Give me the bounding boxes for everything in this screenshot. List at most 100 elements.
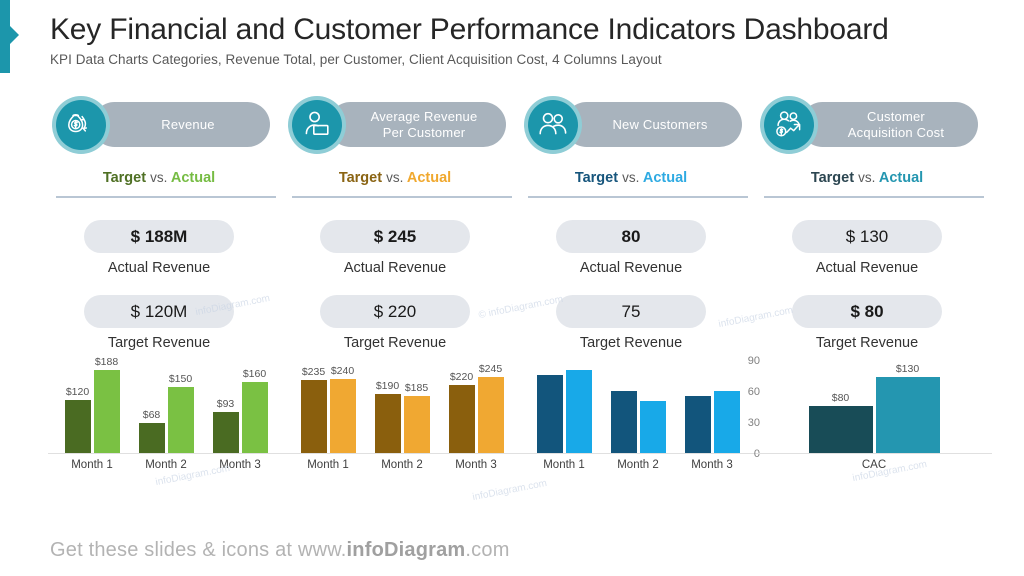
bar-value-label: $68 bbox=[142, 409, 161, 421]
kpi-title-label: New Customers bbox=[612, 116, 708, 132]
vs-word: vs. bbox=[386, 170, 404, 185]
target-value-capsule: $ 80 bbox=[792, 295, 942, 328]
bar-group: $68 $150 bbox=[138, 373, 194, 453]
kpi-metrics: 80 Actual Revenue 75 Target Revenue bbox=[520, 220, 756, 351]
page-title: Key Financial and Customer Performance I… bbox=[50, 13, 889, 46]
actual-value-caption: Actual Revenue bbox=[107, 260, 211, 276]
target-value: 75 bbox=[621, 301, 641, 321]
bar-value-label: $240 bbox=[330, 365, 355, 377]
target-vs-actual-label: Target vs. Actual bbox=[48, 170, 284, 186]
bar-value-label: $245 bbox=[478, 363, 503, 375]
target-word: Target bbox=[102, 170, 147, 186]
chart-x-axis: Month 1 Month 2 Month 3 bbox=[48, 459, 284, 471]
kpi-icon-ring bbox=[52, 96, 110, 154]
kpi-metrics: $ 245 Actual Revenue $ 220 Target Revenu… bbox=[284, 220, 520, 351]
footer-suffix: .com bbox=[465, 539, 510, 561]
bar-value-label: $185 bbox=[404, 382, 429, 394]
kpi-icon-ring bbox=[288, 96, 346, 154]
chart-new-customers-chart: 90 60 30 0 Month 1 Month 2 Month 3 bbox=[520, 355, 760, 476]
target-value: $ 120M bbox=[130, 301, 188, 321]
bar-value-label: $188 bbox=[94, 356, 119, 368]
bar-value-label: $80 bbox=[831, 392, 850, 404]
x-axis-label: CAC bbox=[861, 459, 887, 471]
chart-bar-groups bbox=[536, 370, 740, 453]
chart-bar-groups: $235 $240 $190 $185 $220 $245 bbox=[300, 363, 504, 453]
slide-header: Key Financial and Customer Performance I… bbox=[50, 12, 990, 67]
kpi-title-pill: Revenue bbox=[92, 102, 270, 147]
chart-plot-area: $80 $130 bbox=[756, 361, 992, 454]
kpi-title-label: Average Revenue Per Customer bbox=[370, 109, 478, 140]
target-value-caption: Target Revenue bbox=[107, 335, 211, 351]
chart-bar-groups: $120 $188 $68 $150 $93 $160 bbox=[64, 356, 268, 453]
x-axis-label: Month 2 bbox=[381, 459, 423, 471]
bar-value-label: $190 bbox=[375, 380, 400, 392]
kpi-title-label: Revenue bbox=[161, 116, 215, 132]
bar-actual: $150 bbox=[167, 373, 194, 453]
bar-group: $93 $160 bbox=[212, 368, 268, 453]
actual-value-capsule: 80 bbox=[556, 220, 706, 253]
target-value-capsule: $ 220 bbox=[320, 295, 470, 328]
target-value: $ 80 bbox=[850, 301, 884, 321]
bar-target bbox=[536, 375, 563, 453]
target-vs-actual-label: Target vs. Actual bbox=[756, 170, 992, 186]
kpi-header-revenue: Revenue bbox=[52, 96, 284, 154]
chart-plot-area: 90 60 30 0 bbox=[520, 355, 760, 460]
actual-value-capsule: $ 188M bbox=[84, 220, 234, 253]
x-axis-label: Month 1 bbox=[71, 459, 113, 471]
chart-x-axis: CAC bbox=[756, 459, 992, 471]
bar-target: $120 bbox=[64, 386, 91, 453]
vs-word: vs. bbox=[858, 170, 876, 185]
column-divider bbox=[764, 196, 984, 198]
bar-value-label: $160 bbox=[242, 368, 267, 380]
x-axis-label: Month 3 bbox=[219, 459, 261, 471]
bar-actual: $130 bbox=[875, 363, 940, 453]
actual-value-caption: Actual Revenue bbox=[579, 260, 683, 276]
column-divider bbox=[292, 196, 512, 198]
bar-target: $80 bbox=[808, 392, 873, 453]
column-divider bbox=[56, 196, 276, 198]
target-value-caption: Target Revenue bbox=[343, 335, 447, 351]
bar-target: $220 bbox=[448, 371, 475, 453]
bar-actual: $188 bbox=[93, 356, 120, 453]
kpi-column-revenue: Revenue Target vs. Actual $ 188M Actual R… bbox=[48, 96, 284, 526]
actual-value-capsule: $ 130 bbox=[792, 220, 942, 253]
actual-value: 80 bbox=[621, 226, 641, 246]
target-value-caption: Target Revenue bbox=[579, 335, 683, 351]
kpi-metrics: $ 188M Actual Revenue $ 120M Target Reve… bbox=[48, 220, 284, 351]
bar-target bbox=[684, 396, 711, 453]
kpi-column-new-customers: New Customers Target vs. Actual 80 Actual… bbox=[520, 96, 760, 526]
actual-value: $ 245 bbox=[373, 226, 417, 246]
footer-brand: infoDiagram bbox=[346, 539, 466, 561]
money-bag-cycle-icon bbox=[56, 100, 106, 150]
chart-plot-area: $235 $240 $190 $185 $220 $245 bbox=[284, 361, 520, 454]
footer-prefix: Get these slides & icons at www. bbox=[50, 539, 347, 561]
bar-group: $120 $188 bbox=[64, 356, 120, 453]
chart-cac-chart: $80 $130 CAC bbox=[756, 361, 992, 476]
target-vs-actual-label: Target vs. Actual bbox=[520, 170, 756, 186]
bar-value-label: $235 bbox=[301, 366, 326, 378]
actual-word: Actual bbox=[170, 170, 216, 186]
actual-word: Actual bbox=[878, 170, 924, 186]
chart-revenue-chart: $120 $188 $68 $150 $93 $160 Month 1 Month 2 Mont… bbox=[48, 356, 284, 476]
kpi-header-customer-acquisition-cost: Customer Acquisition Cost bbox=[760, 96, 992, 154]
bar-actual: $185 bbox=[403, 382, 430, 453]
actual-value-capsule: $ 245 bbox=[320, 220, 470, 253]
bar-target: $68 bbox=[138, 409, 165, 453]
bar-actual bbox=[565, 370, 592, 453]
kpi-header-new-customers: New Customers bbox=[524, 96, 756, 154]
bar-group bbox=[610, 391, 666, 453]
vs-word: vs. bbox=[150, 170, 168, 185]
bar-target: $190 bbox=[374, 380, 401, 453]
bar-target: $93 bbox=[212, 398, 239, 453]
slide-accent-arrow-icon bbox=[10, 26, 19, 44]
target-word: Target bbox=[810, 170, 855, 186]
people-dollar-growth-icon bbox=[764, 100, 814, 150]
x-axis-label: Month 1 bbox=[543, 459, 585, 471]
bar-actual bbox=[639, 401, 666, 453]
kpi-metrics: $ 130 Actual Revenue $ 80 Target Revenue bbox=[756, 220, 992, 351]
bar-target bbox=[610, 391, 637, 453]
target-word: Target bbox=[574, 170, 619, 186]
bar-target: $235 bbox=[300, 366, 327, 453]
chart-x-axis: Month 1 Month 2 Month 3 bbox=[520, 459, 756, 471]
footer-credit: Get these slides & icons at www.infoDiag… bbox=[50, 539, 510, 562]
